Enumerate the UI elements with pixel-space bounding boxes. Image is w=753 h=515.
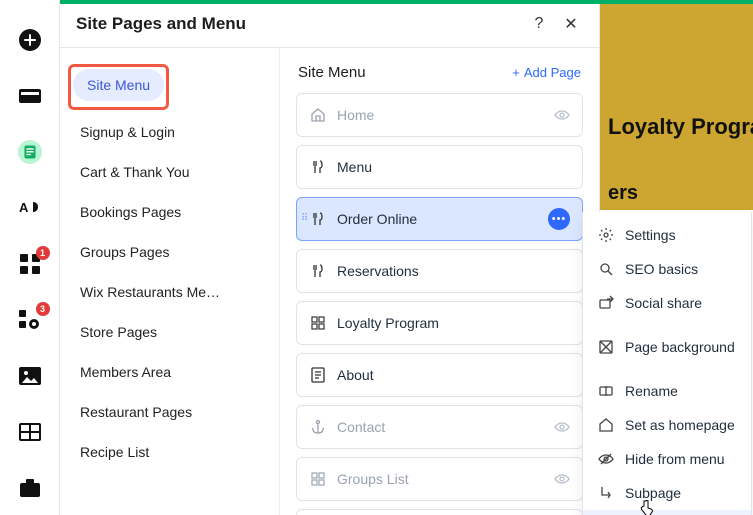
cursor-icon [638, 500, 654, 515]
media-icon[interactable] [18, 364, 42, 388]
ctx-set-homepage[interactable]: Set as homepage [583, 408, 751, 442]
page-row-contact[interactable]: Contact [296, 405, 583, 449]
category-bookings[interactable]: Bookings Pages [68, 194, 271, 230]
ctx-social-share[interactable]: Social share [583, 286, 751, 320]
background-icon [597, 338, 615, 356]
page-row-home[interactable]: Home [296, 93, 583, 137]
utensils-icon [309, 158, 327, 176]
design-icon[interactable]: A [18, 196, 42, 220]
ctx-seo[interactable]: SEO basics [583, 252, 751, 286]
ctx-hide-from-menu[interactable]: Hide from menu [583, 442, 751, 476]
apps-icon[interactable]: 1 [18, 252, 42, 276]
category-restaurant-pages[interactable]: Restaurant Pages [68, 394, 271, 430]
page-row-loyalty[interactable]: Loyalty Program [296, 301, 583, 345]
category-signup-login[interactable]: Signup & Login [68, 114, 271, 150]
category-site-menu[interactable]: Site Menu [68, 64, 169, 110]
utensils-icon [309, 262, 327, 280]
pages-icon[interactable] [18, 84, 42, 108]
category-members[interactable]: Members Area [68, 354, 271, 390]
preview-text-ers: ers [608, 182, 638, 205]
table-icon[interactable] [18, 420, 42, 444]
category-restaurants[interactable]: Wix Restaurants Me… [68, 274, 271, 310]
page-row-menu[interactable]: Menu [296, 145, 583, 189]
ctx-settings[interactable]: Settings [583, 218, 751, 252]
grid-icon [309, 470, 327, 488]
grid-icon [309, 314, 327, 332]
manage-badge: 3 [36, 302, 50, 316]
page-row-about[interactable]: About [296, 353, 583, 397]
hidden-icon [554, 419, 570, 435]
site-preview-strip: Loyalty Program ers [600, 4, 753, 210]
share-icon [597, 294, 615, 312]
page-row-order-online[interactable]: ⠿ Order Online ••• [296, 197, 583, 241]
ctx-rename[interactable]: Rename [583, 374, 751, 408]
page-context-menu: Settings SEO basics Social share Page ba… [582, 212, 752, 515]
utensils-icon [309, 210, 327, 228]
category-groups[interactable]: Groups Pages [68, 234, 271, 270]
subpage-icon [597, 484, 615, 502]
hide-icon [597, 450, 615, 468]
category-store[interactable]: Store Pages [68, 314, 271, 350]
page-row-partial[interactable] [296, 509, 583, 515]
add-icon[interactable] [18, 28, 42, 52]
panel-title: Site Pages and Menu [76, 14, 246, 34]
panel-header: Site Pages and Menu ? ✕ [60, 0, 599, 48]
page-row-groups-list[interactable]: Groups List [296, 457, 583, 501]
category-recipe[interactable]: Recipe List [68, 434, 271, 470]
hidden-icon [554, 107, 570, 123]
category-cart-thankyou[interactable]: Cart & Thank You [68, 154, 271, 190]
home-icon [597, 416, 615, 434]
drag-handle-icon[interactable]: ⠿ [301, 217, 307, 221]
page-list-title: Site Menu [298, 64, 366, 81]
gear-icon [597, 226, 615, 244]
business-icon[interactable] [18, 476, 42, 500]
help-button[interactable]: ? [527, 12, 551, 36]
seo-icon [597, 260, 615, 278]
close-button[interactable]: ✕ [559, 12, 583, 36]
hidden-icon [554, 471, 570, 487]
home-icon [309, 106, 327, 124]
svg-text:A: A [19, 200, 29, 215]
pages-panel: Site Pages and Menu ? ✕ Site Menu Signup… [60, 0, 600, 515]
preview-text-loyalty: Loyalty Program [608, 114, 753, 140]
more-actions-button[interactable]: ••• [548, 208, 570, 230]
manage-icon[interactable]: 3 [18, 308, 42, 332]
doc-icon [309, 366, 327, 384]
anchor-icon [309, 418, 327, 436]
left-rail: A 1 3 [0, 0, 60, 515]
ctx-delete[interactable]: Delete [583, 510, 751, 515]
add-page-button[interactable]: +Add Page [512, 65, 581, 80]
page-list: Site Menu +Add Page Home Menu ⠿ Order On… [280, 48, 599, 515]
category-list: Site Menu Signup & Login Cart & Thank Yo… [60, 48, 280, 515]
ctx-page-background[interactable]: Page background [583, 330, 751, 364]
apps-badge: 1 [36, 246, 50, 260]
page-row-reservations[interactable]: Reservations [296, 249, 583, 293]
ctx-subpage[interactable]: Subpage [583, 476, 751, 510]
rename-icon [597, 382, 615, 400]
current-page-icon[interactable] [18, 140, 42, 164]
